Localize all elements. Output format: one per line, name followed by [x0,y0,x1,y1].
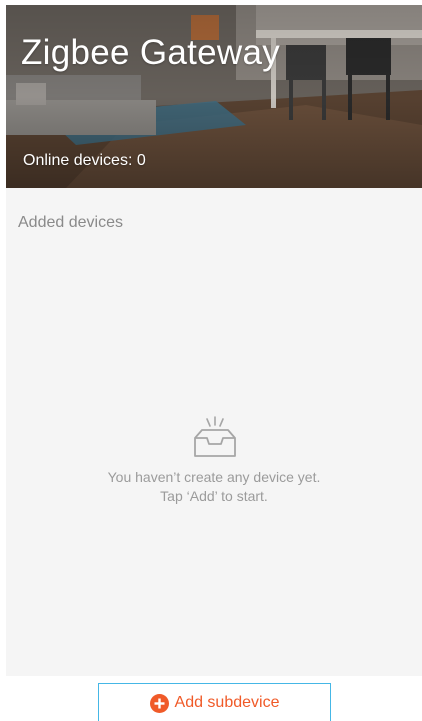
page-title: Zigbee Gateway [21,33,281,72]
empty-message-line-1: You haven’t create any device yet. [107,469,321,485]
add-subdevice-label: Add subdevice [174,694,280,711]
empty-message-line-2: Tap ‘Add’ to start. [160,488,268,504]
empty-state: You haven’t create any device yet. Tap ‘… [6,416,422,506]
plus-circle-icon [149,693,169,713]
empty-inbox-icon [194,416,236,457]
online-devices-count: Online devices: 0 [23,152,146,169]
devices-panel: Added devices You haven’t create any dev… [6,188,422,676]
section-title-added-devices: Added devices [18,214,123,231]
app-screen: Zigbee Gateway Online devices: 0 Added d… [0,0,422,721]
header-banner: Zigbee Gateway Online devices: 0 [6,5,422,188]
add-subdevice-button[interactable]: Add subdevice [98,683,331,721]
